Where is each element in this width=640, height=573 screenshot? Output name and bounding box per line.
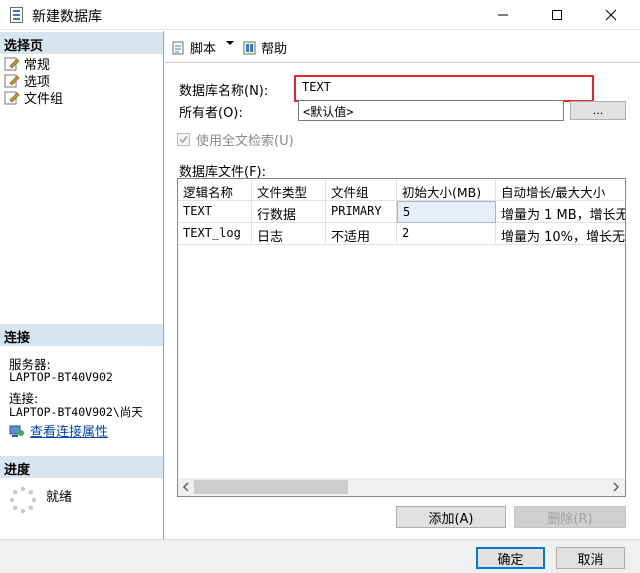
help-icon <box>243 41 256 54</box>
title-bar: 新建数据库 <box>0 0 640 30</box>
grid-cell[interactable]: 增量为 10%，增长无限制 <box>496 223 625 245</box>
help-label: 帮助 <box>261 42 288 57</box>
checkmark-icon <box>179 136 188 144</box>
dbname-input[interactable]: TEXT <box>298 78 590 99</box>
fulltext-checkbox[interactable]: 使用全文检索(U) <box>177 130 294 149</box>
ok-button[interactable]: 确定 <box>476 547 545 569</box>
maximize-button[interactable] <box>534 0 580 30</box>
maximize-icon <box>552 10 562 20</box>
column-header[interactable]: 逻辑名称 <box>178 179 252 201</box>
grid-cell[interactable]: PRIMARY <box>326 201 397 223</box>
grid-cell[interactable]: 日志 <box>252 223 326 245</box>
close-icon <box>605 9 617 21</box>
wrench-page-icon <box>4 57 20 70</box>
cancel-button[interactable]: 取消 <box>556 547 625 569</box>
script-button[interactable]: 脚本 <box>171 38 216 57</box>
progress-status: 就绪 <box>46 490 73 505</box>
remove-button[interactable]: 删除(R) <box>514 506 626 528</box>
page-item-label: 文件组 <box>24 92 64 107</box>
page-item-filegroups[interactable]: 文件组 <box>4 89 64 107</box>
connection-properties-icon <box>9 425 24 437</box>
progress-spinner-icon <box>9 486 37 514</box>
page-item-options[interactable]: 选项 <box>4 72 50 90</box>
column-header[interactable]: 自动增长/最大大小 <box>496 179 625 201</box>
add-button[interactable]: 添加(A) <box>396 506 506 528</box>
fulltext-label: 使用全文检索(U) <box>196 134 294 149</box>
progress-header: 进度 <box>0 456 163 478</box>
toolbar: 脚本 帮助 <box>165 34 640 60</box>
column-header[interactable]: 文件类型 <box>252 179 326 201</box>
grid-cell[interactable]: 不适用 <box>326 223 397 245</box>
script-icon <box>172 41 184 54</box>
server-value: LAPTOP-BT40V902 <box>9 370 113 384</box>
checkbox-checked-icon <box>177 133 190 146</box>
view-connection-properties[interactable]: 查看连接属性 <box>9 421 108 440</box>
wrench-page-icon <box>4 74 20 87</box>
grid-cell[interactable]: 增量为 1 MB，增长无限制 <box>496 201 625 223</box>
page-item-general[interactable]: 常规 <box>4 55 50 73</box>
wrench-page-icon <box>4 91 20 104</box>
pages-header: 选择页 <box>0 32 163 54</box>
chevron-down-icon <box>226 41 234 45</box>
owner-label: 所有者(O): <box>179 106 243 121</box>
connection-link-text[interactable]: 查看连接属性 <box>30 421 108 440</box>
scrollbar-thumb[interactable] <box>194 480 348 494</box>
grid-cell-selected[interactable]: 5 <box>397 201 496 223</box>
minimize-button[interactable] <box>480 0 526 30</box>
column-header[interactable]: 文件组 <box>326 179 397 201</box>
chevron-right-icon[interactable] <box>611 482 621 492</box>
grid-cell[interactable]: TEXT <box>178 201 252 223</box>
database-icon <box>10 7 23 23</box>
chevron-left-icon[interactable] <box>181 482 191 492</box>
horizontal-scrollbar[interactable] <box>178 478 625 496</box>
window-title: 新建数据库 <box>32 9 102 25</box>
toolbar-divider <box>165 62 640 63</box>
script-label: 脚本 <box>190 42 217 57</box>
database-files-grid[interactable]: 逻辑名称 文件类型 文件组 初始大小(MB) 自动增长/最大大小 TEXT 行数… <box>177 178 626 497</box>
column-header[interactable]: 初始大小(MB) <box>397 179 496 201</box>
help-button[interactable]: 帮助 <box>242 38 287 57</box>
owner-input[interactable]: <默认值> <box>298 100 564 121</box>
grid-cell[interactable]: TEXT_log <box>178 223 252 245</box>
close-button[interactable] <box>588 0 634 30</box>
connection-value: LAPTOP-BT40V902\尚天 <box>9 405 143 419</box>
grid-cell[interactable]: 2 <box>397 223 496 245</box>
dbname-label: 数据库名称(N): <box>179 84 269 99</box>
minimize-icon <box>498 14 508 16</box>
script-dropdown[interactable] <box>225 38 235 48</box>
connection-header: 连接 <box>0 324 163 346</box>
grid-cell[interactable]: 行数据 <box>252 201 326 223</box>
owner-browse-button[interactable]: ... <box>570 101 626 120</box>
